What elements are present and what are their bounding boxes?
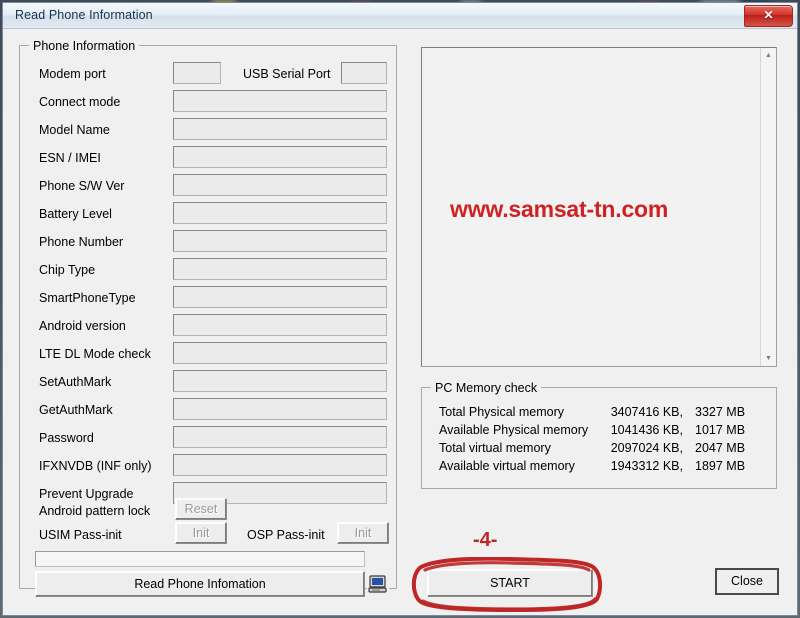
memory-kb-available-virtual: 1943312 KB, xyxy=(610,459,683,473)
label-android-pattern-lock: Android pattern lock xyxy=(39,504,151,518)
usim-init-button-label: Init xyxy=(192,525,210,540)
field-modem-port[interactable] xyxy=(173,62,221,84)
label-phone-sw-ver: Phone S/W Ver xyxy=(39,179,125,193)
label-smartphone-type: SmartPhoneType xyxy=(39,291,136,305)
field-get-auth-mark[interactable] xyxy=(173,398,387,420)
field-connect-mode[interactable] xyxy=(173,90,387,112)
memory-mb-available-physical: 1017 MB xyxy=(695,423,746,437)
usim-init-button[interactable]: Init xyxy=(175,522,227,544)
watermark-text: www.samsat-tn.com xyxy=(450,196,669,222)
log-output-pane[interactable]: www.samsat-tn.com ▲ ▼ xyxy=(421,47,777,367)
scroll-down-arrow-icon[interactable]: ▼ xyxy=(761,351,776,366)
memory-label-available-physical: Available Physical memory xyxy=(439,423,589,437)
label-phone-number: Phone Number xyxy=(39,235,124,249)
start-button-label: START xyxy=(490,575,530,590)
close-dialog-button-label: Close xyxy=(731,574,763,589)
label-modem-port: Modem port xyxy=(39,67,106,81)
osp-init-button-label: Init xyxy=(354,525,372,540)
memory-kb-total-physical: 3407416 KB, xyxy=(610,405,683,419)
progress-bar xyxy=(35,551,365,567)
field-phone-number[interactable] xyxy=(173,230,387,252)
field-smartphone-type[interactable] xyxy=(173,286,387,308)
pc-memory-check-groupbox: PC Memory check xyxy=(421,381,777,489)
field-ifxnvdb[interactable] xyxy=(173,454,387,476)
label-battery-level: Battery Level xyxy=(39,207,112,221)
field-chip-type[interactable] xyxy=(173,258,387,280)
field-password[interactable] xyxy=(173,426,387,448)
label-model-name: Model Name xyxy=(39,123,110,137)
memory-kb-total-virtual: 2097024 KB, xyxy=(610,441,683,455)
memory-mb-available-virtual: 1897 MB xyxy=(695,459,746,473)
field-battery-level[interactable] xyxy=(173,202,387,224)
field-model-name[interactable] xyxy=(173,118,387,140)
start-button[interactable]: START xyxy=(427,569,593,597)
label-usb-serial-port: USB Serial Port xyxy=(243,67,331,81)
label-esn-imei: ESN / IMEI xyxy=(39,151,101,165)
label-prevent-upgrade: Prevent Upgrade xyxy=(39,487,134,501)
scroll-up-arrow-icon[interactable]: ▲ xyxy=(761,48,776,63)
read-phone-information-button[interactable]: Read Phone Infomation xyxy=(35,571,365,597)
window-close-button[interactable]: ✕ xyxy=(744,5,793,27)
label-ifxnvdb: IFXNVDB (INF only) xyxy=(39,459,152,473)
log-vertical-scrollbar[interactable]: ▲ ▼ xyxy=(760,48,776,366)
label-get-auth-mark: GetAuthMark xyxy=(39,403,113,417)
field-set-auth-mark[interactable] xyxy=(173,370,387,392)
label-usim-pass-init: USIM Pass-init xyxy=(39,528,122,542)
close-icon: ✕ xyxy=(763,8,774,22)
field-android-version[interactable] xyxy=(173,314,387,336)
label-chip-type: Chip Type xyxy=(39,263,96,277)
field-usb-serial-port[interactable] xyxy=(341,62,387,84)
annotation-step-number: -4- xyxy=(473,529,498,551)
label-password: Password xyxy=(39,431,94,445)
close-dialog-button[interactable]: Close xyxy=(715,568,779,595)
field-lte-dl-mode-check[interactable] xyxy=(173,342,387,364)
memory-mb-total-physical: 3327 MB xyxy=(695,405,746,419)
field-phone-sw-ver[interactable] xyxy=(173,174,387,196)
window-title: Read Phone Information xyxy=(15,8,153,22)
window-titlebar: Read Phone Information ✕ xyxy=(3,3,797,29)
scrollbar-track[interactable] xyxy=(761,63,776,351)
label-set-auth-mark: SetAuthMark xyxy=(39,375,112,389)
memory-label-total-physical: Total Physical memory xyxy=(439,405,565,419)
reset-button-label: Reset xyxy=(184,501,218,516)
memory-mb-total-virtual: 2047 MB xyxy=(695,441,746,455)
label-connect-mode: Connect mode xyxy=(39,95,121,109)
label-osp-pass-init: OSP Pass-init xyxy=(247,528,325,542)
osp-init-button[interactable]: Init xyxy=(337,522,389,544)
label-lte-dl-mode-check: LTE DL Mode check xyxy=(39,347,151,361)
label-android-version: Android version xyxy=(39,319,126,333)
memory-kb-available-physical: 1041436 KB, xyxy=(610,423,683,437)
read-phone-information-window: Read Phone Information ✕ Phone Informati… xyxy=(2,2,798,616)
pc-memory-check-group-title: PC Memory check xyxy=(431,381,542,395)
phone-information-group-title: Phone Information xyxy=(29,39,140,53)
computer-icon-button[interactable] xyxy=(367,573,389,595)
memory-label-available-virtual: Available virtual memory xyxy=(439,459,575,473)
reset-button[interactable]: Reset xyxy=(175,498,227,520)
read-phone-information-button-label: Read Phone Infomation xyxy=(134,576,266,591)
dialog-client-area: Phone Information Modem port USB Serial … xyxy=(3,29,797,615)
memory-label-total-virtual: Total virtual memory xyxy=(439,441,551,455)
computer-icon xyxy=(368,575,387,593)
field-esn-imei[interactable] xyxy=(173,146,387,168)
